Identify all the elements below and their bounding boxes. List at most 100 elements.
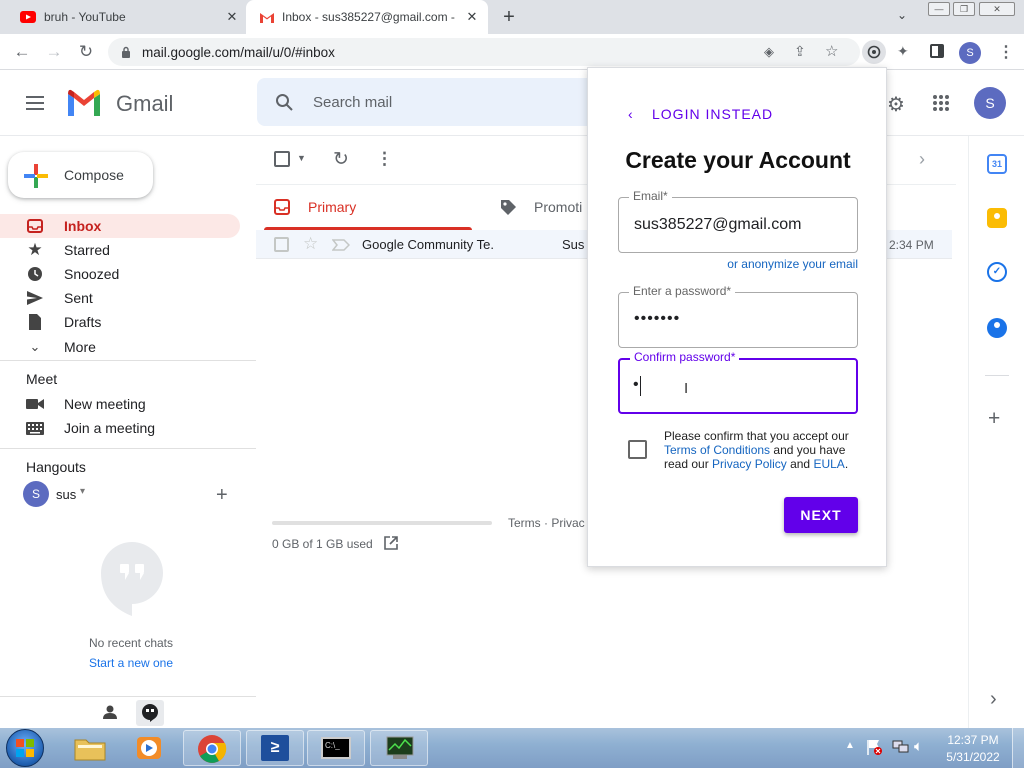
footer-links[interactable]: Terms · Privac [508, 516, 585, 530]
hangouts-tab-button[interactable] [136, 700, 164, 726]
reload-icon[interactable]: ↻ [76, 42, 96, 62]
search-placeholder: Search mail [313, 93, 393, 111]
keep-icon[interactable] [987, 208, 1007, 228]
calendar-icon[interactable]: 31 [987, 154, 1007, 174]
person-icon[interactable] [102, 704, 118, 720]
next-page-chevron-icon[interactable]: › [919, 149, 925, 170]
back-arrow-icon[interactable]: ← [12, 42, 32, 62]
task-manager-icon [386, 736, 414, 759]
tab-promotions[interactable]: Promoti [490, 186, 590, 230]
side-panel-divider [985, 375, 1009, 376]
show-hidden-icons-arrow[interactable]: ▲ [845, 740, 855, 751]
email-field-label: Email* [629, 189, 672, 203]
password-field-label: Enter a password* [629, 284, 736, 298]
gmail-logo-text: Gmail [116, 91, 174, 116]
privacy-policy-link[interactable]: Privacy Policy [712, 457, 787, 471]
refresh-icon[interactable]: ↻ [333, 148, 349, 171]
account-avatar[interactable]: S [974, 87, 1006, 119]
close-window-button[interactable]: ✕ [979, 2, 1015, 16]
tab-search-chevron-icon[interactable]: ⌄ [897, 8, 913, 24]
sidebar-item-more[interactable]: ⌄ More [0, 335, 240, 359]
extension-diamond-icon[interactable]: ◈ [764, 44, 774, 60]
chevron-down-icon: ⌄ [29, 339, 41, 354]
sidebar-item-label: Drafts [64, 314, 102, 330]
powershell-taskbar-button[interactable]: ≥ [246, 730, 304, 766]
chrome-menu-icon[interactable]: ⋮ [998, 42, 1014, 62]
sidebar-item-snoozed[interactable]: Snoozed [0, 262, 240, 286]
more-options-icon[interactable]: ⋮ [376, 149, 393, 169]
share-icon[interactable]: ⇪ [794, 43, 806, 60]
confirm-password-field[interactable]: Confirm password* • I [618, 350, 858, 414]
sidebar-item-label: More [64, 339, 96, 355]
expand-panel-chevron-icon[interactable]: › [990, 688, 997, 711]
terms-of-conditions-link[interactable]: Terms of Conditions [664, 443, 770, 457]
sidebar-item-sent[interactable]: Sent [0, 286, 240, 310]
maximize-button[interactable]: ❐ [953, 2, 975, 16]
sidebar-item-inbox[interactable]: Inbox [0, 214, 240, 238]
anonymize-email-link[interactable]: or anonymize your email [618, 257, 858, 271]
tasks-icon[interactable]: ✓ [987, 262, 1007, 282]
active-extension-button[interactable] [862, 40, 886, 64]
close-tab-icon[interactable]: ✕ [224, 9, 240, 25]
add-contact-plus-icon[interactable]: + [216, 484, 228, 507]
tab-youtube[interactable]: bruh - YouTube ✕ [0, 0, 246, 34]
close-tab-icon[interactable]: ✕ [464, 9, 480, 25]
login-instead-link[interactable]: LOGIN INSTEAD [652, 106, 773, 122]
select-all-checkbox[interactable] [274, 151, 290, 167]
side-panel-icon[interactable] [930, 44, 944, 58]
action-center-flag-icon[interactable] [866, 738, 882, 755]
chevron-left-icon[interactable]: ‹ [628, 106, 633, 122]
sidebar-item-starred[interactable]: ★ Starred [0, 238, 240, 262]
next-button[interactable]: NEXT [784, 497, 858, 533]
windows-logo-icon [16, 739, 34, 757]
tab-gmail[interactable]: Inbox - sus385227@gmail.com - ✕ [246, 0, 488, 34]
sidebar-item-drafts[interactable]: Drafts [0, 310, 240, 334]
minimize-button[interactable]: — [928, 2, 950, 16]
password-field[interactable]: Enter a password* ••••••• [618, 284, 858, 348]
tab-primary[interactable]: Primary [264, 186, 472, 230]
search-icon[interactable] [275, 93, 293, 111]
address-bar[interactable]: mail.google.com/mail/u/0/#inbox ◈ ⇪ ☆ [108, 38, 860, 66]
join-meeting-item[interactable]: Join a meeting [0, 416, 240, 440]
clock-date[interactable]: 5/31/2022 [940, 750, 1006, 764]
hangouts-user-avatar[interactable]: S [23, 481, 49, 507]
chrome-taskbar-button[interactable] [183, 730, 241, 766]
apps-grid-icon[interactable] [932, 94, 950, 112]
select-dropdown-caret-icon[interactable]: ▼ [297, 153, 306, 163]
hangouts-chat-bubble-icon [101, 542, 163, 616]
star-outline-icon[interactable]: ☆ [303, 234, 318, 254]
start-button[interactable] [6, 729, 44, 767]
contacts-icon[interactable] [987, 318, 1007, 338]
search-input[interactable]: Search mail [257, 78, 587, 126]
bookmark-star-icon[interactable]: ☆ [825, 42, 838, 60]
open-external-icon[interactable] [384, 536, 398, 550]
accept-terms-checkbox[interactable] [628, 440, 647, 459]
start-new-chat-link[interactable]: Start a new one [0, 656, 262, 670]
clock-time[interactable]: 12:37 PM [940, 733, 1006, 747]
row-checkbox[interactable] [274, 237, 289, 252]
status-caret-icon[interactable]: ▾ [80, 486, 85, 497]
task-manager-taskbar-button[interactable] [370, 730, 428, 766]
new-meeting-item[interactable]: New meeting [0, 392, 240, 416]
settings-gear-icon[interactable]: ⚙ [887, 92, 905, 117]
email-field[interactable]: Email* sus385227@gmail.com [618, 189, 858, 253]
network-icon[interactable] [892, 739, 909, 755]
cmd-taskbar-button[interactable]: C:\_ [307, 730, 365, 766]
media-player-taskbar-button[interactable] [133, 734, 167, 762]
profile-avatar[interactable]: S [959, 42, 981, 64]
add-addon-plus-icon[interactable]: + [988, 407, 1000, 431]
volume-speaker-icon[interactable]: 🔈︎ [914, 738, 923, 755]
compose-button[interactable]: Compose [8, 152, 153, 198]
file-explorer-taskbar-button[interactable] [73, 734, 107, 762]
hangouts-user-name[interactable]: sus [56, 487, 76, 502]
new-tab-button[interactable]: + [496, 5, 522, 29]
terms-text-pre: Please confirm that you accept our [664, 429, 849, 443]
main-menu-icon[interactable] [26, 96, 44, 110]
eula-link[interactable]: EULA [813, 457, 844, 471]
show-desktop-button[interactable] [1012, 728, 1024, 768]
gmail-icon [260, 13, 274, 23]
extensions-puzzle-icon[interactable]: ✦ [897, 43, 909, 60]
importance-marker-icon[interactable] [332, 239, 350, 251]
forward-arrow-icon[interactable]: → [44, 42, 64, 62]
storage-bar [272, 521, 492, 525]
